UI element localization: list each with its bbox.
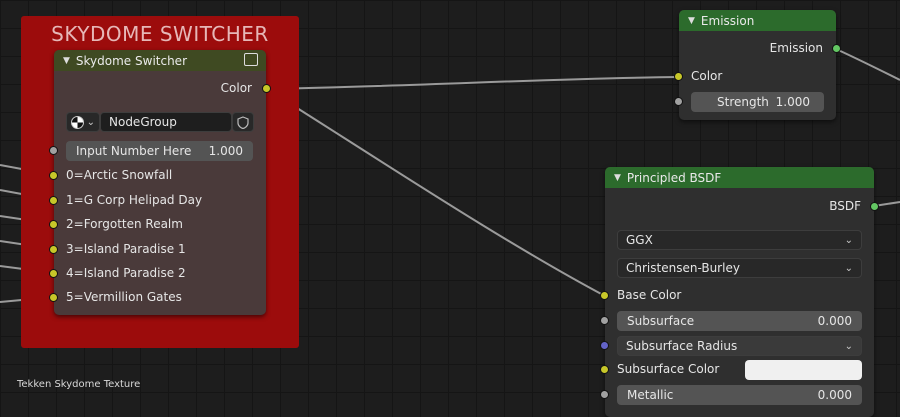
metallic-socket[interactable] <box>600 390 609 399</box>
group-type-selector[interactable]: ⌄ <box>66 112 100 132</box>
link-color-to-base-color <box>266 88 606 297</box>
emission-output-socket[interactable] <box>832 44 841 53</box>
input-socket-5[interactable] <box>49 293 58 302</box>
group-output-socket[interactable] <box>262 84 271 93</box>
link-color-to-emission <box>266 76 680 90</box>
skydome-switcher-node[interactable]: ▼ Skydome Switcher Color ⌄ NodeGroup Inp… <box>49 50 271 315</box>
link-emission-out <box>835 48 900 81</box>
group-node-title: Skydome Switcher <box>75 53 187 68</box>
input-number-socket[interactable] <box>49 146 58 155</box>
bsdf-header[interactable]: ▼ Principled BSDF <box>605 167 874 188</box>
subsurface-method-select[interactable]: Christensen-Burley ⌄ <box>617 258 862 278</box>
node-group-name: NodeGroup <box>109 115 177 129</box>
group-output-label: Color <box>220 81 252 95</box>
subsurface-color-label: Subsurface Color <box>617 362 720 376</box>
subsurface-socket[interactable] <box>600 316 609 325</box>
fake-user-toggle[interactable] <box>232 112 254 132</box>
distribution-value: GGX <box>626 233 653 247</box>
input-label-0: 0=Arctic Snowfall <box>66 168 173 182</box>
strength-value: 1.000 <box>775 95 810 109</box>
input-label-1: 1=G Corp Helipad Day <box>66 193 203 207</box>
bsdf-output-label: BSDF <box>829 199 861 213</box>
chevron-down-icon: ⌄ <box>844 262 853 274</box>
metallic-value: 0.000 <box>817 388 852 402</box>
input-label-5: 5=Vermillion Gates <box>66 290 182 304</box>
subsurface-color-swatch[interactable] <box>745 360 862 380</box>
subsurface-label: Subsurface <box>627 314 695 328</box>
subsurface-radius-select[interactable]: Subsurface Radius ⌄ <box>617 336 862 356</box>
input-socket-1[interactable] <box>49 196 58 205</box>
strength-label: Strength <box>717 95 769 109</box>
node-group-icon[interactable] <box>244 53 258 66</box>
input-number-value: 1.000 <box>208 144 243 158</box>
chevron-down-icon: ⌄ <box>86 116 95 128</box>
collapse-caret-icon[interactable]: ▼ <box>614 173 621 183</box>
emission-color-label: Color <box>691 69 723 83</box>
collapse-caret-icon[interactable]: ▼ <box>688 16 695 26</box>
collapse-caret-icon[interactable]: ▼ <box>63 56 70 66</box>
subsurface-radius-label: Subsurface Radius <box>626 339 738 353</box>
input-socket-3[interactable] <box>49 245 58 254</box>
emission-header[interactable]: ▼ Emission <box>679 10 836 31</box>
principled-bsdf-node[interactable]: ▼ Principled BSDF BSDF GGX ⌄ Christensen… <box>600 167 879 417</box>
subsurface-color-socket[interactable] <box>600 365 609 374</box>
strength-socket[interactable] <box>674 97 683 106</box>
strength-field[interactable]: Strength 1.000 <box>691 92 824 112</box>
base-color-socket[interactable] <box>600 291 609 300</box>
emission-node[interactable]: ▼ Emission Emission Color Strength 1.000 <box>674 10 841 120</box>
emission-title: Emission <box>700 13 755 28</box>
distribution-select[interactable]: GGX ⌄ <box>617 230 862 250</box>
input-number-label: Input Number Here <box>76 144 192 158</box>
input-label-2: 2=Forgotten Realm <box>66 217 183 231</box>
bsdf-title: Principled BSDF <box>626 170 722 185</box>
subsurface-value: 0.000 <box>817 314 852 328</box>
node-group-name-field[interactable]: NodeGroup <box>100 112 232 132</box>
bsdf-output-socket[interactable] <box>870 202 879 211</box>
scene-caption: Tekken Skydome Texture <box>17 379 141 390</box>
subsurface-radius-socket[interactable] <box>600 341 609 350</box>
emission-color-socket[interactable] <box>674 72 683 81</box>
subsurface-method-value: Christensen-Burley <box>626 261 740 275</box>
input-label-3: 3=Island Paradise 1 <box>66 242 186 256</box>
input-socket-4[interactable] <box>49 269 58 278</box>
group-node-header[interactable]: ▼ Skydome Switcher <box>54 50 266 71</box>
emission-output-label: Emission <box>769 41 823 55</box>
base-color-label: Base Color <box>617 288 682 302</box>
input-socket-2[interactable] <box>49 220 58 229</box>
input-label-4: 4=Island Paradise 2 <box>66 266 186 280</box>
subsurface-field[interactable]: Subsurface 0.000 <box>617 311 862 331</box>
shield-icon <box>237 115 249 129</box>
input-number-field[interactable]: Input Number Here 1.000 <box>66 141 253 161</box>
metallic-label: Metallic <box>627 388 674 402</box>
chevron-down-icon: ⌄ <box>844 340 853 352</box>
input-socket-0[interactable] <box>49 171 58 180</box>
frame-title: SKYDOME SWITCHER <box>51 22 269 46</box>
chevron-down-icon: ⌄ <box>844 234 853 246</box>
sphere-icon <box>71 115 84 129</box>
metallic-field[interactable]: Metallic 0.000 <box>617 385 862 405</box>
